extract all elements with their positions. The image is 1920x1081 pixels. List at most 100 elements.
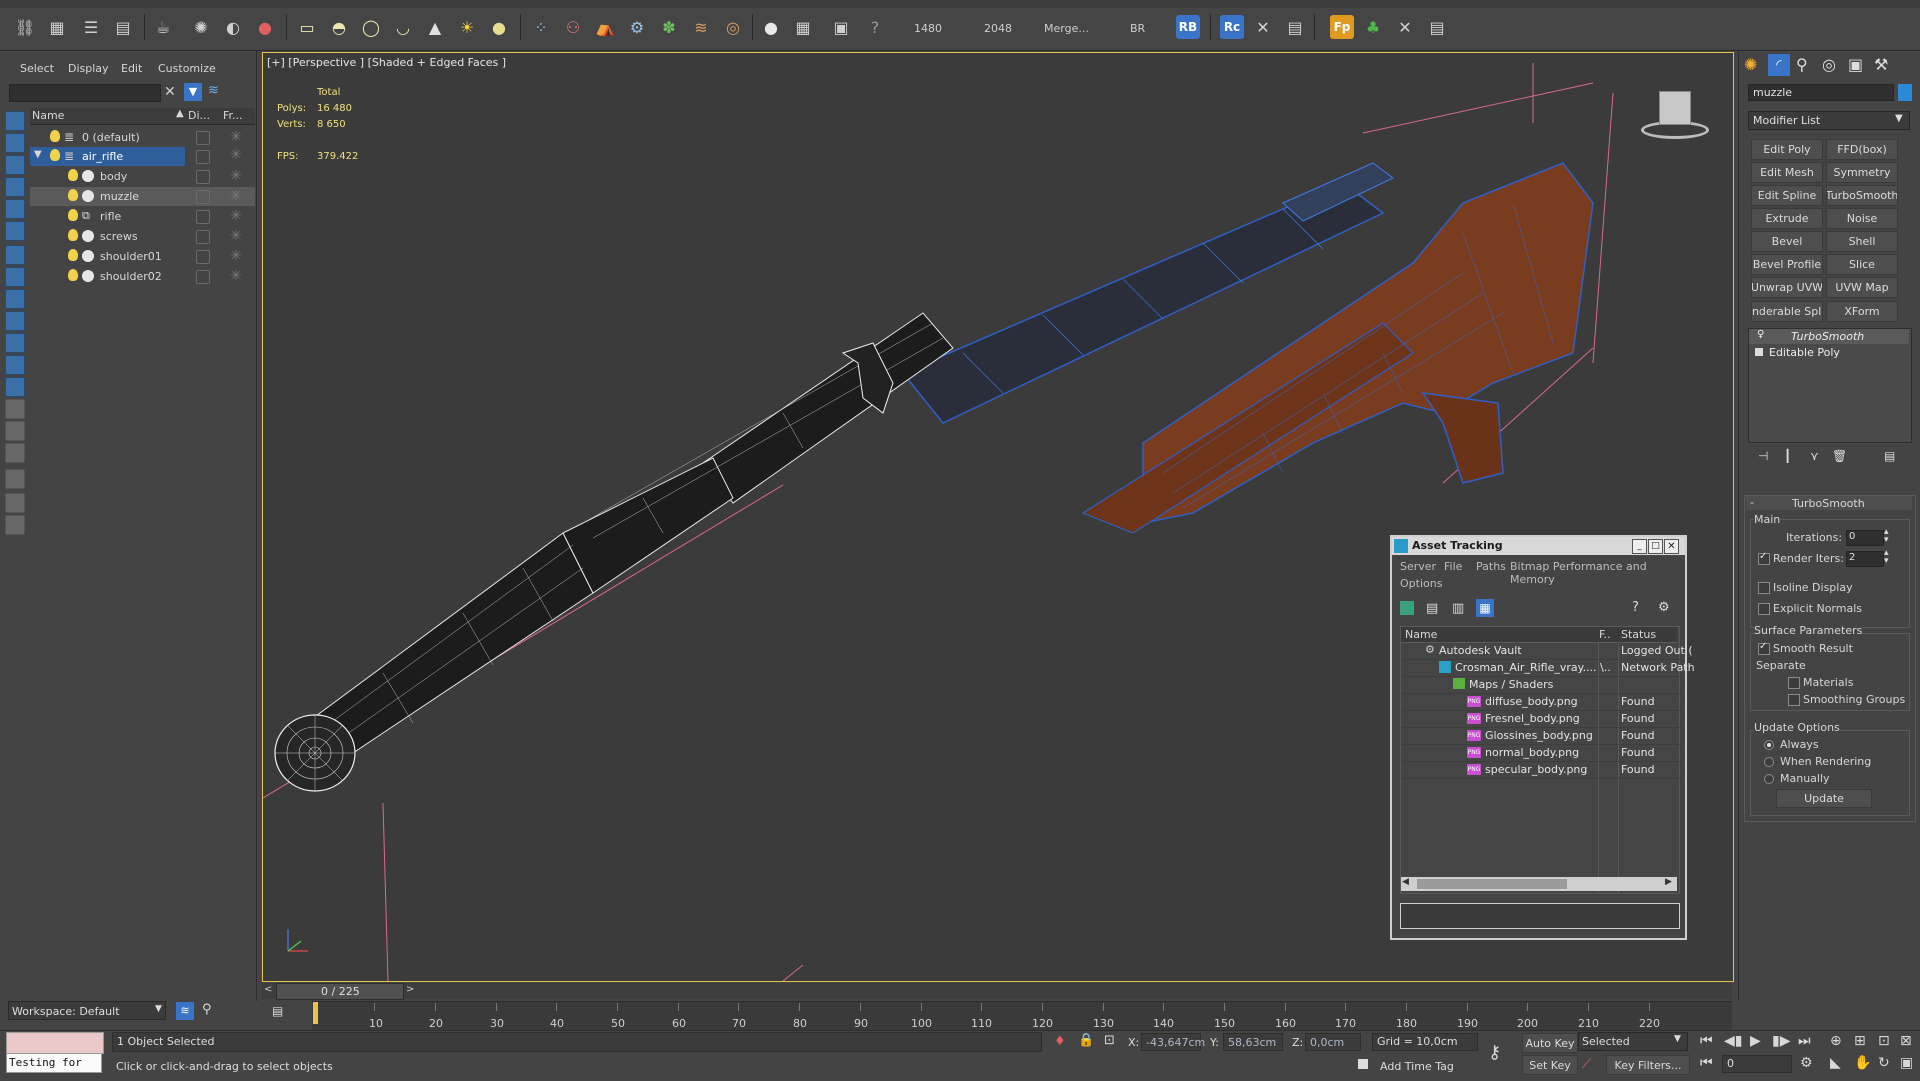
scene-row-shoulder01[interactable]: shoulder01 ✳ — [30, 247, 255, 266]
maximize-viewport-icon[interactable]: ▣ — [1900, 1055, 1913, 1071]
display-toggle-icon[interactable] — [196, 190, 210, 204]
next-frame-icon[interactable]: ▮▶ — [1772, 1033, 1790, 1049]
help-icon[interactable]: ? — [862, 15, 888, 39]
light-bulb-icon[interactable] — [68, 189, 78, 201]
at-settings-icon[interactable]: ⚙ — [1658, 600, 1670, 615]
ffd-box-button[interactable]: FFD(box) — [1826, 139, 1898, 160]
tools-icon[interactable]: ✕ — [1250, 15, 1276, 39]
set-key-button[interactable]: Set Key — [1522, 1055, 1578, 1075]
zoom-all-icon[interactable]: ⊞ — [1854, 1033, 1866, 1049]
freeze-toggle-icon[interactable]: ✳ — [230, 168, 242, 184]
isoline-checkbox[interactable] — [1758, 582, 1770, 594]
hierarchy-tab-icon[interactable]: ⚲ — [1796, 55, 1808, 74]
uvw-map-button[interactable]: UVW Map — [1826, 277, 1898, 298]
at-menu-paths[interactable]: Paths — [1476, 560, 1506, 573]
view-cube[interactable] — [1641, 91, 1709, 141]
scene-row-air-rifle[interactable]: ▼ ≣ air_rifle — [30, 147, 185, 166]
bevel-button[interactable]: Bevel — [1751, 231, 1823, 252]
at-row-scene-file[interactable]: Crosman_Air_Rifle_vray.... \.. Network P… — [1401, 659, 1695, 677]
time-config-icon[interactable]: ⚙ — [1800, 1055, 1813, 1071]
scene-search-input[interactable] — [9, 84, 161, 102]
light-bulb-icon[interactable] — [68, 249, 78, 261]
blank-page-icon[interactable] — [5, 421, 25, 441]
scene-row-default[interactable]: ≣ 0 (default) ✳ — [30, 128, 255, 147]
display-toggle-icon[interactable] — [196, 210, 210, 224]
display-toggle-icon[interactable] — [196, 230, 210, 244]
hair-icon[interactable]: ≋ — [688, 15, 714, 39]
gear-icon[interactable]: ⚙ — [624, 15, 650, 39]
align-tool-icon[interactable] — [5, 333, 25, 353]
freeze-toggle-icon[interactable]: ✳ — [230, 188, 242, 204]
molecule-icon[interactable]: ⚇ — [560, 15, 586, 39]
curve-editor-icon[interactable] — [5, 355, 25, 375]
absolute-mode-icon[interactable]: ⊡ — [1104, 1033, 1115, 1048]
percent-snap-icon[interactable] — [5, 289, 25, 309]
scale-tool-icon[interactable] — [5, 177, 25, 197]
schematic-icon[interactable] — [5, 377, 25, 397]
z-coordinate-field[interactable]: 0,0cm — [1305, 1033, 1361, 1051]
shell-button[interactable]: Shell — [1826, 231, 1898, 252]
display-toggle-icon[interactable] — [196, 270, 210, 284]
key-mode-toggle-icon[interactable]: ⏮ — [1700, 1055, 1713, 1071]
viewport-label[interactable]: [+] [Perspective ] [Shaded + Edged Faces… — [267, 56, 506, 69]
material-sphere-icon[interactable]: ● — [758, 15, 784, 39]
display-tab-icon[interactable]: ▣ — [1848, 55, 1863, 74]
teapot-icon[interactable]: ☕ — [150, 15, 176, 39]
select-tool-icon[interactable] — [5, 111, 25, 131]
at-column-name[interactable]: Name — [1405, 628, 1437, 641]
bowl-icon[interactable]: ◡ — [390, 15, 416, 39]
default-in-out-icon[interactable]: ⟋ — [1582, 1057, 1591, 1072]
freeze-toggle-icon[interactable]: ✳ — [230, 248, 242, 264]
modify-tab-icon[interactable]: ◜ — [1768, 54, 1790, 76]
place-tool-icon[interactable] — [5, 199, 25, 219]
object-name-field[interactable]: muzzle — [1748, 84, 1894, 101]
at-menu-bitmap[interactable]: Bitmap Performance and Memory — [1510, 560, 1685, 586]
rc-button[interactable]: Rc — [1220, 15, 1244, 39]
at-list-icon[interactable]: ▤ — [1426, 601, 1438, 616]
prev-frame-arrow-icon[interactable]: < — [264, 984, 272, 995]
br-button[interactable]: BR — [1130, 22, 1145, 35]
spinner-arrows-icon[interactable]: ▴ ▾ — [1884, 528, 1889, 545]
configure-sets-icon[interactable]: ▤ — [1884, 449, 1895, 463]
play-icon[interactable]: ▶ — [1750, 1033, 1761, 1049]
render-iters-spinner[interactable]: 2 — [1846, 551, 1884, 567]
zoom-extents-all-icon[interactable]: ⊠ — [1900, 1033, 1912, 1049]
list-icon[interactable] — [5, 515, 25, 535]
turbosmooth-button[interactable]: TurboSmooth — [1826, 185, 1898, 206]
menu-select[interactable]: Select — [20, 62, 54, 75]
filter-toggle-icon[interactable]: ▼ — [184, 83, 202, 101]
explicit-normals-checkbox[interactable] — [1758, 603, 1770, 615]
column-display[interactable]: Di... — [188, 109, 210, 122]
at-menu-options[interactable]: Options — [1400, 577, 1442, 590]
add-time-tag-button[interactable]: Add Time Tag — [1380, 1060, 1454, 1073]
at-row-maps[interactable]: Maps / Shaders — [1401, 676, 1683, 694]
at-row-fresnel[interactable]: PNG Fresnel_body.png Found — [1401, 710, 1683, 728]
object-color-swatch[interactable] — [1898, 84, 1912, 101]
maxscript-mini-field[interactable]: Testing for — [6, 1053, 102, 1073]
current-frame-marker[interactable] — [313, 1002, 318, 1024]
go-to-end-icon[interactable]: ⏭ — [1798, 1033, 1811, 1049]
smoothing-groups-checkbox[interactable] — [1788, 694, 1800, 706]
rotate-tool-icon[interactable] — [5, 155, 25, 175]
zoom-extents-icon[interactable]: ⊡ — [1878, 1033, 1890, 1049]
symmetry-button[interactable]: Symmetry — [1826, 162, 1898, 183]
view-cube-box[interactable] — [1659, 91, 1691, 125]
layer-tool-icon[interactable] — [5, 221, 25, 241]
list-panel-icon[interactable]: ▤ — [1424, 15, 1450, 39]
cone-icon[interactable]: ▲ — [422, 15, 448, 39]
always-radio[interactable] — [1764, 740, 1774, 750]
hierarchy-icon[interactable] — [5, 493, 25, 513]
at-column-full[interactable]: F.. — [1599, 628, 1611, 641]
bevel-profile-button[interactable]: Bevel Profile — [1751, 254, 1823, 275]
cross-tools-icon[interactable]: ✕ — [1392, 15, 1418, 39]
scene-row-body[interactable]: body ✳ — [30, 167, 255, 186]
filter-icon[interactable] — [5, 469, 25, 489]
make-unique-icon[interactable]: ⋎ — [1810, 449, 1819, 463]
freeze-toggle-icon[interactable]: ✳ — [230, 208, 242, 224]
fp-button[interactable]: Fp — [1330, 15, 1354, 39]
minimize-button[interactable]: _ — [1632, 539, 1647, 554]
scene-row-muzzle[interactable]: muzzle ✳ — [30, 187, 255, 206]
freeze-toggle-icon[interactable]: ✳ — [230, 268, 242, 284]
move-tool-icon[interactable] — [5, 133, 25, 153]
select-link-icon[interactable]: ⛓ — [12, 15, 38, 39]
